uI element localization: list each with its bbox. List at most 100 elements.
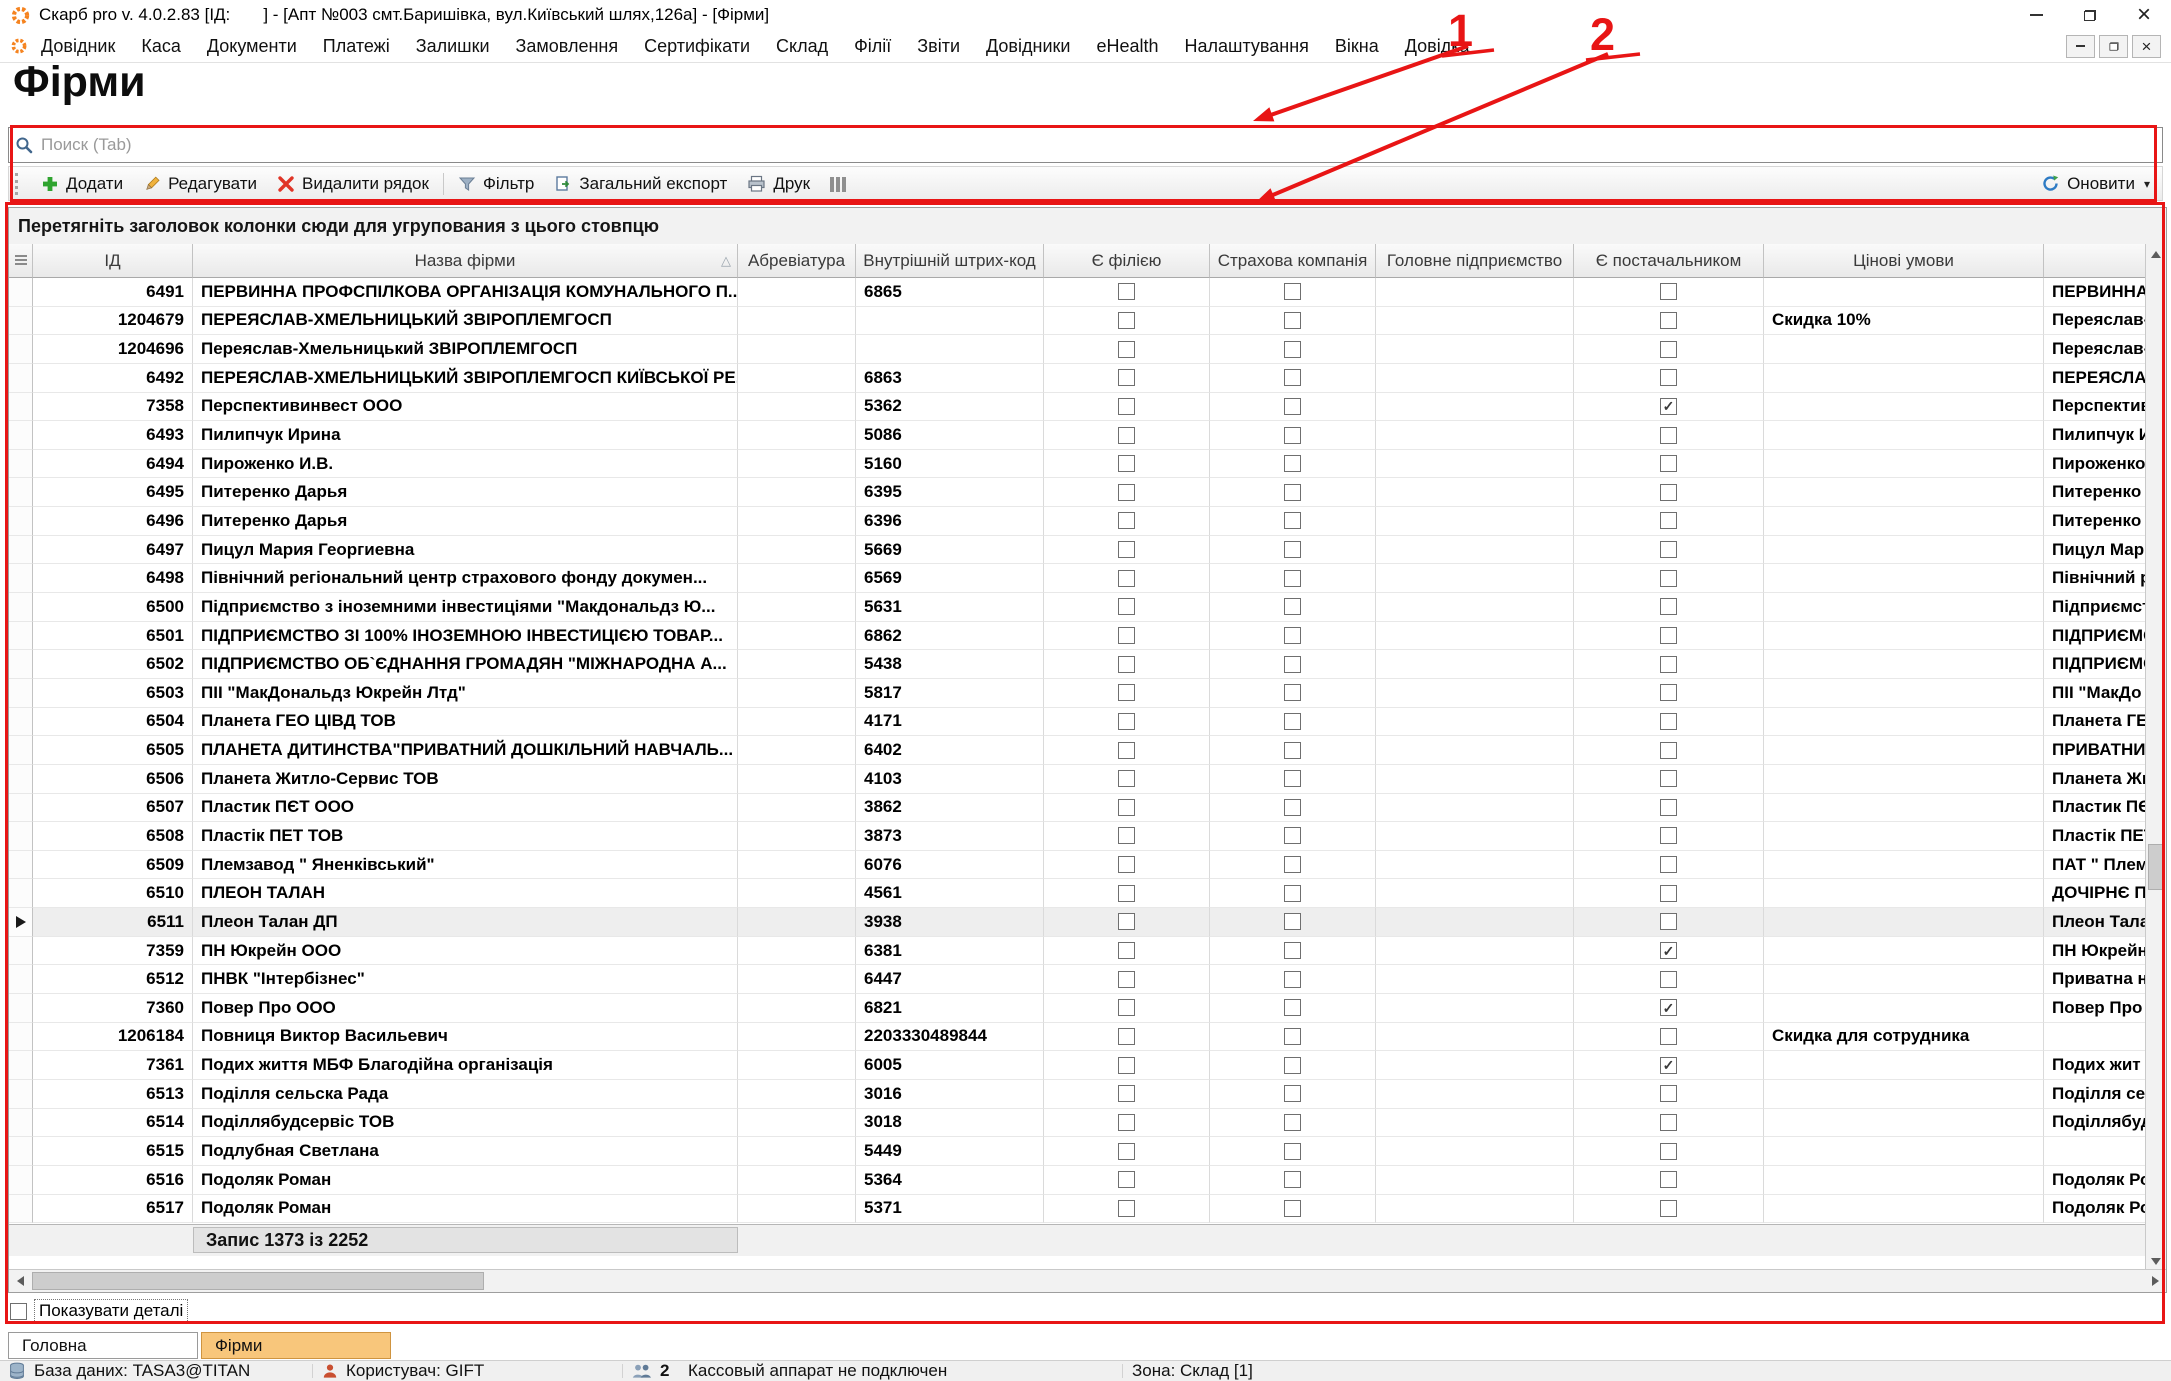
checkbox-is-branch[interactable]	[1118, 312, 1135, 329]
table-row[interactable]: 6509Племзавод " Яненківський"6076ПАТ " П…	[9, 851, 2146, 880]
delete-row-button[interactable]: Видалити рядок	[267, 167, 439, 200]
checkbox-is-supplier[interactable]	[1660, 1171, 1677, 1188]
column-header[interactable]: Є постачальником	[1574, 244, 1764, 278]
menu-item[interactable]: Філії	[841, 36, 904, 57]
checkbox-is-branch[interactable]	[1118, 827, 1135, 844]
checkbox-insurance-company[interactable]	[1284, 484, 1301, 501]
checkbox-insurance-company[interactable]	[1284, 283, 1301, 300]
checkbox-is-supplier[interactable]	[1660, 971, 1677, 988]
table-row[interactable]: 6495Питеренко Дарья6395Питеренко	[9, 478, 2146, 507]
scroll-down-arrow[interactable]	[2146, 1251, 2166, 1271]
checkbox-insurance-company[interactable]	[1284, 312, 1301, 329]
checkbox-insurance-company[interactable]	[1284, 971, 1301, 988]
checkbox-is-branch[interactable]	[1118, 971, 1135, 988]
checkbox-is-supplier[interactable]	[1660, 913, 1677, 930]
checkbox-is-branch[interactable]	[1118, 541, 1135, 558]
table-row[interactable]: 1204679ПЕРЕЯСЛАВ-ХМЕЛЬНИЦЬКИЙ ЗВІРОПЛЕМГ…	[9, 307, 2146, 336]
table-row[interactable]: 6491ПЕРВИННА ПРОФСПІЛКОВА ОРГАНІЗАЦІЯ КО…	[9, 278, 2146, 307]
checkbox-is-branch[interactable]	[1118, 1143, 1135, 1160]
checkbox-insurance-company[interactable]	[1284, 598, 1301, 615]
table-row[interactable]: 6511Плеон Талан ДП3938Плеон Тала	[9, 908, 2146, 937]
checkbox-is-supplier[interactable]: ✓	[1660, 999, 1677, 1016]
filter-button[interactable]: Фільтр	[448, 167, 544, 200]
checkbox-is-supplier[interactable]	[1660, 885, 1677, 902]
checkbox-is-supplier[interactable]	[1660, 427, 1677, 444]
vertical-scroll-thumb[interactable]	[2148, 844, 2164, 890]
table-row[interactable]: 6513Поділля сельска Рада3016Поділля се	[9, 1080, 2146, 1109]
table-row[interactable]: 7361Подих життя МБФ Благодійна організац…	[9, 1051, 2146, 1080]
checkbox-insurance-company[interactable]	[1284, 627, 1301, 644]
checkbox-is-branch[interactable]	[1118, 1114, 1135, 1131]
checkbox-insurance-company[interactable]	[1284, 427, 1301, 444]
checkbox-insurance-company[interactable]	[1284, 770, 1301, 787]
checkbox-is-branch[interactable]	[1118, 913, 1135, 930]
checkbox-is-supplier[interactable]	[1660, 656, 1677, 673]
menu-item[interactable]: eHealth	[1083, 36, 1171, 57]
checkbox-is-supplier[interactable]	[1660, 827, 1677, 844]
restore-button[interactable]	[2063, 0, 2117, 30]
checkbox-is-supplier[interactable]	[1660, 570, 1677, 587]
table-row[interactable]: 7360Повер Про ООО6821✓Повер Про О	[9, 994, 2146, 1023]
column-header[interactable]: Є філією	[1044, 244, 1210, 278]
menu-item[interactable]: Налаштування	[1171, 36, 1321, 57]
checkbox-insurance-company[interactable]	[1284, 369, 1301, 386]
checkbox-is-branch[interactable]	[1118, 799, 1135, 816]
checkbox-is-supplier[interactable]	[1660, 312, 1677, 329]
checkbox-is-branch[interactable]	[1118, 398, 1135, 415]
table-row[interactable]: 6504Планета ГЕО ЦІВД ТОВ4171Планета ГЕ	[9, 708, 2146, 737]
menu-item[interactable]: Залишки	[403, 36, 503, 57]
checkbox-is-supplier[interactable]	[1660, 1114, 1677, 1131]
checkbox-is-supplier[interactable]	[1660, 742, 1677, 759]
checkbox-is-branch[interactable]	[1118, 627, 1135, 644]
table-row[interactable]: 6514Поділлябудсервіс ТОВ3018Поділлябуд	[9, 1109, 2146, 1138]
horizontal-scroll-thumb[interactable]	[32, 1272, 484, 1290]
tab-firmy[interactable]: Фірми	[201, 1332, 391, 1359]
table-row[interactable]: 6505ПЛАНЕТА ДИТИНСТВА"ПРИВАТНИЙ ДОШКІЛЬН…	[9, 736, 2146, 765]
checkbox-is-supplier[interactable]	[1660, 369, 1677, 386]
checkbox-is-supplier[interactable]	[1660, 713, 1677, 730]
show-details-checkbox[interactable]	[10, 1303, 27, 1320]
menu-item[interactable]: Каса	[128, 36, 194, 57]
table-row[interactable]: 6508Пластік ПЕТ ТОВ3873Пластік ПЕТ	[9, 822, 2146, 851]
checkbox-is-supplier[interactable]	[1660, 512, 1677, 529]
checkbox-is-supplier[interactable]	[1660, 770, 1677, 787]
table-row[interactable]: 6494Пироженко И.В.5160Пироженко	[9, 450, 2146, 479]
column-header[interactable]: Цінові умови	[1764, 244, 2044, 278]
minimize-button[interactable]	[2009, 0, 2063, 30]
checkbox-is-branch[interactable]	[1118, 484, 1135, 501]
menu-item[interactable]: Довідник	[28, 36, 128, 57]
checkbox-insurance-company[interactable]	[1284, 341, 1301, 358]
horizontal-scrollbar[interactable]	[9, 1269, 2166, 1292]
dropdown-caret-icon[interactable]: ▾	[2144, 177, 2150, 191]
column-header[interactable]: Абревіатура	[738, 244, 856, 278]
checkbox-is-branch[interactable]	[1118, 369, 1135, 386]
checkbox-insurance-company[interactable]	[1284, 799, 1301, 816]
checkbox-insurance-company[interactable]	[1284, 1085, 1301, 1102]
checkbox-is-supplier[interactable]	[1660, 856, 1677, 873]
menu-item[interactable]: Довідка	[1392, 36, 1483, 57]
checkbox-insurance-company[interactable]	[1284, 1143, 1301, 1160]
group-by-panel[interactable]: Перетягніть заголовок колонки сюди для у…	[9, 208, 2166, 245]
mdi-close-button[interactable]: ×	[2132, 35, 2161, 58]
table-row[interactable]: 6507Пластик ПЄТ ООО3862Пластик ПЄ	[9, 794, 2146, 823]
column-header[interactable]	[2044, 244, 2146, 278]
checkbox-is-supplier[interactable]	[1660, 1085, 1677, 1102]
column-header[interactable]: Головне підприємство	[1376, 244, 1574, 278]
vertical-scrollbar[interactable]	[2145, 244, 2166, 1271]
checkbox-is-branch[interactable]	[1118, 942, 1135, 959]
checkbox-is-branch[interactable]	[1118, 742, 1135, 759]
table-row[interactable]: 1204696Переяслав-Хмельницький ЗВІРОПЛЕМГ…	[9, 335, 2146, 364]
checkbox-is-branch[interactable]	[1118, 856, 1135, 873]
tab-golovna[interactable]: Головна	[8, 1332, 198, 1359]
toolbar-grip[interactable]	[15, 173, 22, 195]
table-row[interactable]: 6515Подлубная Светлана5449	[9, 1137, 2146, 1166]
checkbox-insurance-company[interactable]	[1284, 742, 1301, 759]
scroll-right-arrow[interactable]	[2144, 1270, 2166, 1292]
menu-item[interactable]: Сертифікати	[631, 36, 763, 57]
checkbox-is-supplier[interactable]: ✓	[1660, 398, 1677, 415]
checkbox-is-supplier[interactable]	[1660, 598, 1677, 615]
column-chooser-button[interactable]	[820, 167, 856, 200]
table-row[interactable]: 6492ПЕРЕЯСЛАВ-ХМЕЛЬНИЦЬКИЙ ЗВІРОПЛЕМГОСП…	[9, 364, 2146, 393]
checkbox-is-supplier[interactable]	[1660, 1143, 1677, 1160]
edit-button[interactable]: Редагувати	[133, 167, 267, 200]
